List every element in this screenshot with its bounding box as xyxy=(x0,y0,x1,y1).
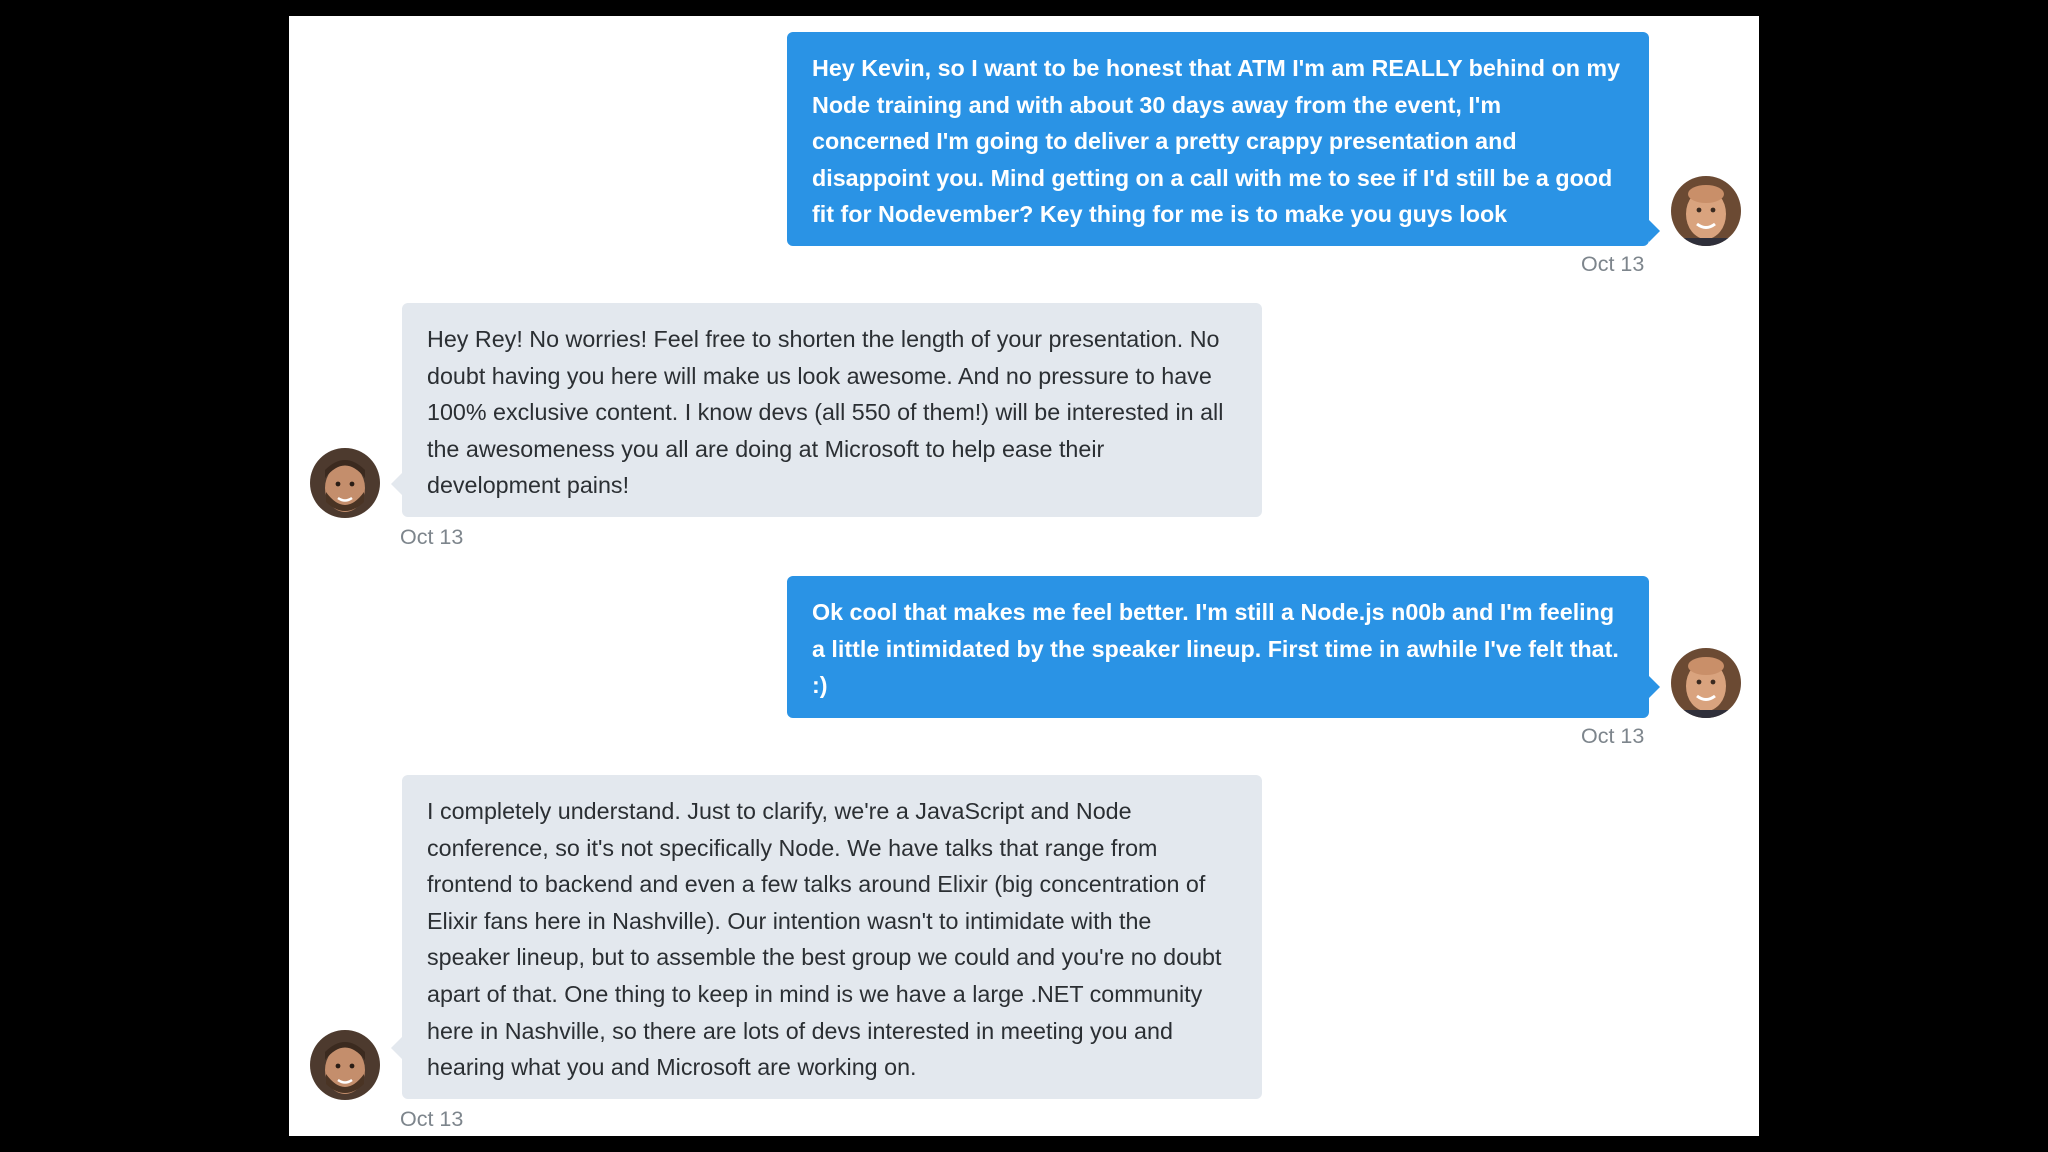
contact-avatar-icon[interactable] xyxy=(310,1030,380,1100)
message-timestamp: Oct 13 xyxy=(1581,252,1645,276)
contact-avatar-icon[interactable] xyxy=(310,448,380,518)
incoming-message-bubble[interactable]: I completely understand. Just to clarify… xyxy=(391,775,1262,1099)
message-timestamp: Oct 13 xyxy=(400,1107,464,1131)
message-text: Hey Rey! No worries! Feel free to shorte… xyxy=(427,326,1224,499)
message-timestamp: Oct 13 xyxy=(400,525,464,549)
message-text: I completely understand. Just to clarify… xyxy=(427,798,1222,1081)
sender-avatar-icon[interactable] xyxy=(1671,176,1741,246)
message-text: Hey Kevin, so I want to be honest that A… xyxy=(812,55,1621,264)
outgoing-message-bubble[interactable]: Ok cool that makes me feel better. I'm s… xyxy=(787,576,1660,718)
conversation-panel: Hey Kevin, so I want to be honest that A… xyxy=(289,16,1759,1136)
message-text: Ok cool that makes me feel better. I'm s… xyxy=(812,599,1619,699)
sender-avatar-icon[interactable] xyxy=(1671,648,1741,718)
incoming-message-bubble[interactable]: Hey Rey! No worries! Feel free to shorte… xyxy=(391,303,1262,517)
message-timestamp: Oct 13 xyxy=(1581,724,1645,748)
outgoing-message-bubble[interactable]: Hey Kevin, so I want to be honest that A… xyxy=(787,32,1660,264)
